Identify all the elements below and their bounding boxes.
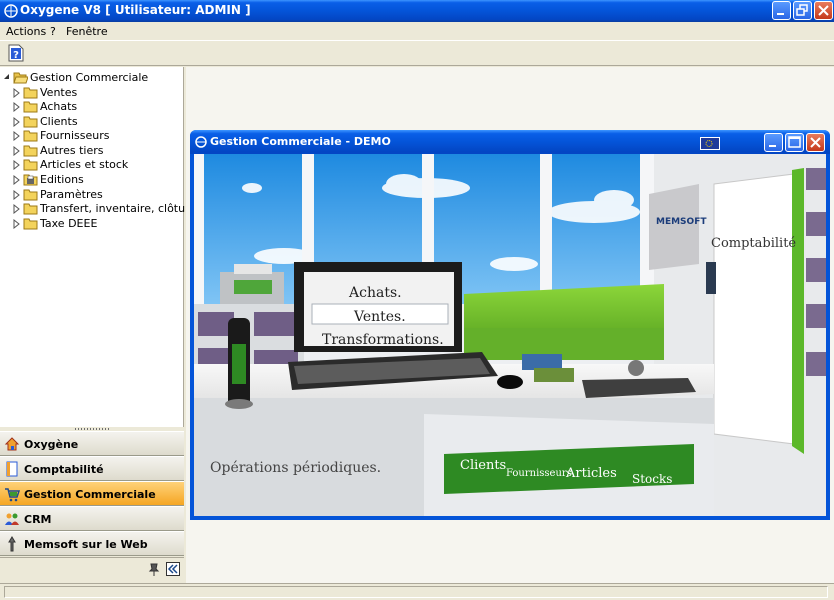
home-icon — [4, 437, 20, 451]
expand-arrow-icon[interactable] — [13, 102, 21, 112]
folder-icon — [23, 116, 38, 128]
maximize-icon — [788, 136, 801, 148]
minimize-icon — [777, 13, 784, 15]
folder-icon — [23, 130, 38, 142]
expand-arrow-icon[interactable] — [13, 190, 21, 200]
folder-icon — [23, 87, 38, 99]
nav-oxygene[interactable]: Oxygène — [0, 431, 184, 456]
close-icon — [810, 137, 821, 148]
toolbar: ? — [0, 40, 834, 66]
expand-arrow-icon[interactable] — [13, 175, 21, 185]
open-folder-icon — [13, 72, 28, 84]
menu-bar: Actions ? Fenêtre — [0, 22, 834, 40]
app-icon — [4, 4, 18, 18]
pin-icon[interactable] — [148, 563, 160, 577]
door-sign-comptabilite[interactable]: Comptabilité — [711, 236, 796, 251]
tree-item-label: Achats — [40, 100, 78, 113]
child-title-bar[interactable]: Gestion Commerciale - DEMO — [190, 130, 830, 154]
expand-arrow-icon[interactable] — [13, 219, 21, 229]
child-app-icon — [195, 136, 207, 148]
file-tab-fournisseurs[interactable]: Fournisseurs — [506, 468, 572, 479]
app-title-bar: Oxygene V8 [ Utilisateur: ADMIN ] — [0, 0, 834, 22]
menu-actions[interactable]: Actions — [6, 25, 46, 38]
expand-arrow-icon[interactable] — [13, 88, 21, 98]
minimize-button[interactable] — [772, 1, 791, 20]
expand-arrow-icon[interactable] — [13, 160, 21, 170]
restore-button[interactable] — [793, 1, 812, 20]
web-pin-icon — [8, 536, 16, 552]
folder-icon — [23, 189, 38, 201]
office-scene: MEMSOFT Achats. Ventes. Transformations.… — [194, 154, 826, 516]
status-bar — [0, 583, 834, 600]
expand-arrow-icon[interactable] — [13, 131, 21, 141]
menu-help[interactable]: ? — [50, 25, 56, 38]
brand-logo-text: MEMSOFT — [656, 217, 707, 227]
people-icon — [5, 513, 19, 525]
tree-item-label: Autres tiers — [40, 144, 104, 157]
screen-menu-achats[interactable]: Achats. — [349, 285, 402, 301]
child-minimize-button[interactable] — [764, 133, 783, 152]
expand-arrow-icon[interactable] — [13, 204, 21, 214]
tree-item-label: Paramètres — [40, 188, 103, 201]
navigation-tree: Gestion Commerciale Ventes Achats Client… — [0, 67, 214, 427]
file-tab-stocks[interactable]: Stocks — [632, 472, 672, 486]
splitter-grip[interactable] — [75, 428, 109, 430]
expand-arrow-icon[interactable] — [13, 146, 21, 156]
nav-comptabilite[interactable]: Comptabilité — [0, 456, 184, 481]
printer-folder-icon — [23, 174, 38, 186]
tree-item-label: Taxe DEEE — [40, 217, 98, 230]
nav-label: Oxygène — [24, 438, 79, 451]
svg-text:?: ? — [13, 50, 19, 61]
folder-icon — [23, 101, 38, 113]
folder-icon — [23, 145, 38, 157]
child-close-button[interactable] — [806, 133, 825, 152]
drawer-operations-periodiques[interactable]: Opérations périodiques. — [210, 460, 381, 476]
help-icon[interactable]: ? — [8, 44, 24, 62]
screen-menu-ventes[interactable]: Ventes. — [354, 309, 406, 325]
menu-fenetre[interactable]: Fenêtre — [66, 25, 108, 38]
eu-flag-icon — [700, 137, 720, 150]
close-button[interactable] — [814, 1, 833, 20]
tree-item-label: Editions — [40, 173, 84, 186]
nav-label: Memsoft sur le Web — [24, 538, 148, 551]
tree-item-label: Fournisseurs — [40, 129, 110, 142]
nav-label: CRM — [24, 513, 52, 526]
collapse-panel-icon[interactable] — [166, 562, 180, 576]
restore-icon — [796, 4, 808, 16]
ledger-icon — [6, 461, 18, 477]
close-icon — [818, 5, 829, 16]
folder-icon — [23, 218, 38, 230]
file-tab-articles[interactable]: Articles — [566, 466, 617, 481]
expand-arrow-icon[interactable] — [13, 117, 21, 127]
folder-icon — [23, 203, 38, 215]
nav-footer — [0, 557, 184, 583]
status-panel — [4, 586, 828, 598]
nav-memsoft-web[interactable]: Memsoft sur le Web — [0, 531, 184, 556]
nav-label: Comptabilité — [24, 463, 104, 476]
app-title: Oxygene V8 [ Utilisateur: ADMIN ] — [20, 3, 251, 17]
cart-icon — [5, 488, 20, 502]
child-window: Gestion Commerciale - DEMO MEMSOFT Achat… — [190, 130, 830, 520]
nav-gestion-commerciale[interactable]: Gestion Commerciale — [0, 481, 184, 506]
nav-crm[interactable]: CRM — [0, 506, 184, 531]
tree-root-label: Gestion Commerciale — [30, 71, 149, 84]
tree-item-label: Articles et stock — [40, 158, 129, 171]
child-maximize-button[interactable] — [785, 133, 804, 152]
folder-icon — [23, 159, 38, 171]
collapse-arrow-icon[interactable] — [3, 73, 11, 83]
minimize-icon — [769, 145, 776, 147]
nav-label: Gestion Commerciale — [24, 488, 156, 501]
file-tab-clients[interactable]: Clients — [460, 458, 506, 473]
screen-menu-transformations[interactable]: Transformations. — [322, 332, 444, 348]
tree-item-label: Clients — [40, 115, 78, 128]
tree-item-label: Ventes — [40, 86, 78, 99]
child-title: Gestion Commerciale - DEMO — [210, 135, 391, 148]
